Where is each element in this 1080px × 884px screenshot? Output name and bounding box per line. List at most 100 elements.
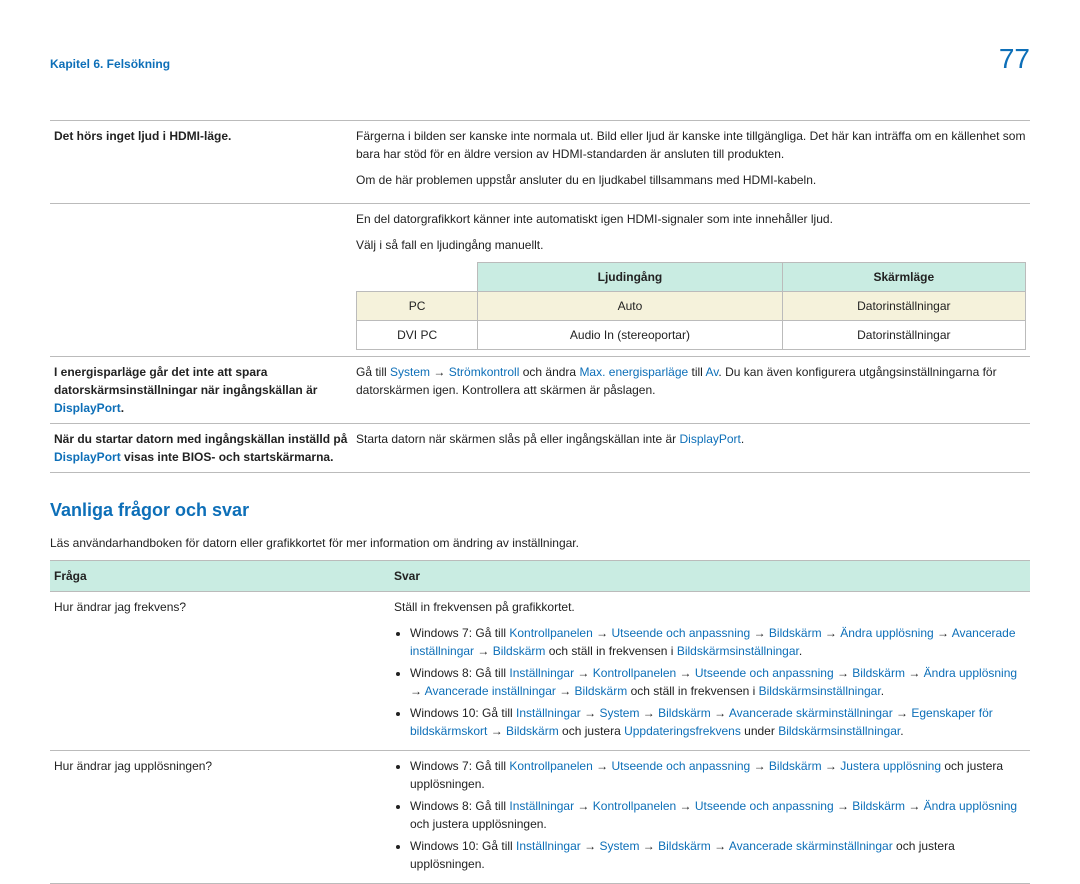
list-item: Windows 8: Gå till Inställningar → Kontr… bbox=[410, 664, 1026, 700]
link-bildskarm: Bildskärm bbox=[658, 706, 711, 720]
answer-text: . bbox=[741, 432, 744, 446]
link-installningar: Inställningar bbox=[516, 706, 581, 720]
faq-row: Hur ändrar jag upplösningen? Windows 7: … bbox=[50, 751, 1030, 884]
answer-lead: Ställ in frekvensen på grafikkortet. bbox=[394, 598, 1026, 616]
link-bildskarm: Bildskärm bbox=[769, 759, 822, 773]
link-max-energi: Max. energisparläge bbox=[579, 365, 688, 379]
answer-text: och ställ in frekvensen i bbox=[545, 644, 676, 658]
answer-text: . bbox=[881, 684, 884, 698]
faq-row: Hur ändrar jag frekvens? Ställ in frekve… bbox=[50, 592, 1030, 751]
link-stromkontroll: Strömkontroll bbox=[449, 365, 520, 379]
faq-header-question: Fråga bbox=[50, 561, 390, 591]
sub-cell: PC bbox=[357, 292, 478, 321]
answer-text: Färgerna i bilden ser kanske inte normal… bbox=[356, 127, 1026, 163]
breadcrumb[interactable]: Kapitel 6. Felsökning bbox=[50, 55, 170, 73]
sub-th-blank bbox=[357, 263, 478, 292]
page-header: Kapitel 6. Felsökning 77 bbox=[50, 38, 1030, 80]
link-bildskarmsinstallningar: Bildskärmsinställningar bbox=[778, 724, 900, 738]
sub-cell: Datorinställningar bbox=[782, 321, 1025, 350]
answer-text: Windows 8: Gå till bbox=[410, 666, 509, 680]
sub-cell: Audio In (stereoportar) bbox=[478, 321, 782, 350]
link-bildskarm: Bildskärm bbox=[575, 684, 628, 698]
issue-text: När du startar datorn med ingångskällan … bbox=[54, 432, 347, 446]
link-utseende: Utseende och anpassning bbox=[611, 759, 750, 773]
faq-question: Hur ändrar jag frekvens? bbox=[50, 598, 390, 744]
issue-cell: Det hörs inget ljud i HDMI-läge. bbox=[50, 121, 352, 204]
answer-cell: Färgerna i bilden ser kanske inte normal… bbox=[352, 121, 1030, 204]
issue-text: . bbox=[121, 401, 124, 415]
link-avancerade-skarm: Avancerade skärminställningar bbox=[729, 706, 893, 720]
table-row: När du startar datorn med ingångskällan … bbox=[50, 424, 1030, 473]
link-utseende: Utseende och anpassning bbox=[695, 666, 834, 680]
page-number: 77 bbox=[999, 38, 1030, 80]
link-bildskarm: Bildskärm bbox=[769, 626, 822, 640]
sub-row: PC Auto Datorinställningar bbox=[357, 292, 1026, 321]
list-item: Windows 7: Gå till Kontrollpanelen → Uts… bbox=[410, 757, 1026, 793]
list-item: Windows 10: Gå till Inställningar → Syst… bbox=[410, 837, 1026, 873]
link-bildskarmsinstallningar: Bildskärmsinställningar bbox=[759, 684, 881, 698]
table-row: I energisparläge går det inte att spara … bbox=[50, 357, 1030, 424]
answer-cell: Gå till System → Strömkontroll och ändra… bbox=[352, 357, 1030, 424]
link-installningar: Inställningar bbox=[509, 666, 574, 680]
link-bildskarm: Bildskärm bbox=[493, 644, 546, 658]
section-title: Vanliga frågor och svar bbox=[50, 497, 1030, 524]
answer-text: . bbox=[900, 724, 903, 738]
answer-text: och ställ in frekvensen i bbox=[627, 684, 758, 698]
link-system: System bbox=[390, 365, 430, 379]
sub-cell: Auto bbox=[478, 292, 782, 321]
answer-text: och justera upplösningen. bbox=[410, 817, 547, 831]
faq-answer: Windows 7: Gå till Kontrollpanelen → Uts… bbox=[390, 757, 1030, 877]
answer-text: till bbox=[688, 365, 705, 379]
section-intro: Läs användarhandboken för datorn eller g… bbox=[50, 534, 1030, 552]
answer-text: Windows 7: Gå till bbox=[410, 626, 509, 640]
answer-text: Starta datorn när skärmen slås på eller … bbox=[356, 432, 680, 446]
sub-cell: DVI PC bbox=[357, 321, 478, 350]
link-kontrollpanelen: Kontrollpanelen bbox=[509, 759, 592, 773]
link-kontrollpanelen: Kontrollpanelen bbox=[593, 666, 676, 680]
link-displayport: DisplayPort bbox=[54, 450, 121, 464]
issue-text: visas inte BIOS- och startskärmarna. bbox=[121, 450, 334, 464]
answer-text: Välj i så fall en ljudingång manuellt. bbox=[356, 236, 1026, 254]
list-item: Windows 10: Gå till Inställningar → Syst… bbox=[410, 704, 1026, 740]
link-kontrollpanelen: Kontrollpanelen bbox=[593, 799, 676, 813]
link-avancerade-skarm: Avancerade skärminställningar bbox=[729, 839, 893, 853]
link-utseende: Utseende och anpassning bbox=[611, 626, 750, 640]
issue-text: I energisparläge går det inte att spara … bbox=[54, 365, 317, 397]
sub-th-input: Ljudingång bbox=[478, 263, 782, 292]
link-bildskarm: Bildskärm bbox=[506, 724, 559, 738]
answer-cell: En del datorgrafikkort känner inte autom… bbox=[352, 204, 1030, 357]
link-uppdateringsfrekvens: Uppdateringsfrekvens bbox=[624, 724, 741, 738]
sub-th-mode: Skärmläge bbox=[782, 263, 1025, 292]
answer-text: Windows 8: Gå till bbox=[410, 799, 509, 813]
link-bildskarmsinstallningar: Bildskärmsinställningar bbox=[677, 644, 799, 658]
faq-header-answer: Svar bbox=[390, 561, 1030, 591]
answer-text: Om de här problemen uppstår ansluter du … bbox=[356, 171, 1026, 189]
arrow-icon: → bbox=[430, 365, 449, 379]
faq-answer: Ställ in frekvensen på grafikkortet. Win… bbox=[390, 598, 1030, 744]
link-andra-upplosning: Ändra upplösning bbox=[840, 626, 933, 640]
link-avancerade: Avancerade inställningar bbox=[425, 684, 556, 698]
troubleshoot-table: Det hörs inget ljud i HDMI-läge. Färgern… bbox=[50, 120, 1030, 473]
link-bildskarm: Bildskärm bbox=[852, 666, 905, 680]
answer-text: En del datorgrafikkort känner inte autom… bbox=[356, 210, 1026, 228]
link-justera-upplosning: Justera upplösning bbox=[840, 759, 941, 773]
link-utseende: Utseende och anpassning bbox=[695, 799, 834, 813]
link-bildskarm: Bildskärm bbox=[852, 799, 905, 813]
sub-table: Ljudingång Skärmläge PC Auto Datorinstäl… bbox=[356, 262, 1026, 350]
list-item: Windows 7: Gå till Kontrollpanelen → Uts… bbox=[410, 624, 1026, 660]
link-installningar: Inställningar bbox=[509, 799, 574, 813]
answer-text: Gå till bbox=[356, 365, 390, 379]
answer-text: . bbox=[799, 644, 802, 658]
link-installningar: Inställningar bbox=[516, 839, 581, 853]
answer-text: och justera bbox=[559, 724, 624, 738]
sub-cell: Datorinställningar bbox=[782, 292, 1025, 321]
answer-text: Windows 7: Gå till bbox=[410, 759, 509, 773]
link-displayport: DisplayPort bbox=[680, 432, 741, 446]
faq-header: Fråga Svar bbox=[50, 560, 1030, 592]
link-system: System bbox=[599, 706, 639, 720]
answer-text: Windows 10: Gå till bbox=[410, 706, 516, 720]
issue-cell: När du startar datorn med ingångskällan … bbox=[50, 424, 352, 473]
table-row: En del datorgrafikkort känner inte autom… bbox=[50, 204, 1030, 357]
link-system: System bbox=[599, 839, 639, 853]
answer-text: Windows 10: Gå till bbox=[410, 839, 516, 853]
